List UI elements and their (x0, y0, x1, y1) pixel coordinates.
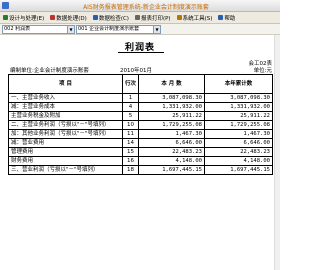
table-header-row: 项 目 行次 本 月 数 本年累计数 (8, 74, 273, 94)
row-month-value[interactable]: 25,911.22 (138, 111, 205, 121)
row-month-value[interactable]: 1,467.30 (138, 129, 205, 139)
row-ytd-value[interactable]: 4,148.00 (204, 156, 273, 166)
row-item-name[interactable]: 管理费用 (8, 147, 123, 157)
menu-help-label: 帮助 (224, 15, 236, 22)
row-month-value[interactable]: 6,646.00 (138, 138, 205, 148)
table-row[interactable]: 减：营业费用 14 6,646.00 6,646.00 (8, 138, 273, 148)
check-icon (92, 15, 98, 20)
row-item-name[interactable]: 主营业务税金及附加 (8, 111, 123, 121)
menu-print-label: 报表打印(P) (140, 15, 171, 22)
header-line: 行次 (122, 74, 139, 94)
chevron-down-icon[interactable]: ▼ (153, 26, 160, 33)
row-item-name[interactable]: 三、营业利润（亏损以"－"号填列） (8, 165, 123, 175)
row-item-name[interactable]: 一、主营业务收入 (8, 93, 123, 103)
row-item-name[interactable]: 加：其他业务利润（亏损以"－"号填列） (8, 129, 123, 139)
window-title-bar: AIS财务报表管理系统-新企业会计制度演示账套 (0, 0, 280, 12)
company-select-value: 001 企业会计制度演示账套 (78, 26, 140, 32)
menu-design[interactable]: 设计与处理(E) (0, 14, 47, 22)
tools-icon (176, 15, 182, 20)
header-ytd: 本年累计数 (204, 74, 273, 94)
row-ytd-value[interactable]: 1,729,255.08 (204, 120, 273, 130)
menu-tools-label: 系统工具(S) (182, 15, 213, 22)
menu-print[interactable]: 报表打印(P) (132, 14, 174, 22)
menu-bar: 设计与处理(E) 数据处理(D) 数据检查(C) 报表打印(P) 系统工具(S)… (0, 12, 280, 24)
row-line-number[interactable]: 16 (122, 156, 139, 166)
unit-label: 单位:元 (253, 68, 272, 74)
row-month-value[interactable]: 1,331,932.00 (138, 102, 205, 112)
print-icon (134, 15, 140, 20)
row-month-value[interactable]: 1,697,445.15 (138, 165, 205, 175)
help-icon (218, 15, 224, 20)
header-item: 项 目 (8, 74, 123, 94)
window-title: AIS财务报表管理系统-新企业会计制度演示账套 (83, 4, 209, 11)
row-month-value[interactable]: 1,729,255.08 (138, 120, 205, 130)
data-icon (50, 15, 56, 20)
row-line-number[interactable]: 10 (122, 120, 139, 130)
menu-design-label: 设计与处理(E) (9, 15, 45, 22)
table-row[interactable]: 财务费用 16 4,148.00 4,148.00 (8, 156, 273, 166)
report-select-value: 002 利润表 (4, 26, 31, 32)
row-month-value[interactable]: 22,483.23 (138, 147, 205, 157)
row-line-number[interactable]: 4 (122, 102, 139, 112)
row-ytd-value[interactable]: 22,483.23 (204, 147, 273, 157)
income-statement-table: 项 目 行次 本 月 数 本年累计数 一、主营业务收入 1 3,087,098.30… (8, 74, 273, 175)
row-ytd-value[interactable]: 25,911.22 (204, 111, 273, 121)
row-line-number[interactable]: 15 (122, 147, 139, 157)
menu-tools[interactable]: 系统工具(S) (174, 14, 216, 22)
table-row[interactable]: 管理费用 15 22,483.23 22,483.23 (8, 147, 273, 157)
row-ytd-value[interactable]: 1,331,932.00 (204, 102, 273, 112)
row-month-value[interactable]: 4,148.00 (138, 156, 205, 166)
chevron-down-icon[interactable]: ▼ (67, 26, 74, 33)
title-underline (118, 52, 164, 53)
row-ytd-value[interactable]: 1,467.30 (204, 129, 273, 139)
menu-check-label: 数据检查(C) (98, 15, 129, 22)
header-month: 本 月 数 (138, 74, 205, 94)
period-label: 2010年01月 (120, 68, 152, 74)
menu-data-label: 数据处理(D) (56, 15, 87, 22)
report-select[interactable]: 002 利润表 ▼ (2, 25, 75, 34)
vertical-scrollbar[interactable] (274, 35, 280, 270)
row-month-value[interactable]: 3,087,098.30 (138, 93, 205, 103)
company-select[interactable]: 001 企业会计制度演示账套 ▼ (76, 25, 161, 34)
row-ytd-value[interactable]: 3,087,098.30 (204, 93, 273, 103)
row-item-name[interactable]: 二、主营业务利润（亏损以"－"号填列） (8, 120, 123, 130)
table-row[interactable]: 加：其他业务利润（亏损以"－"号填列） 11 1,467.30 1,467.30 (8, 129, 273, 139)
table-row[interactable]: 一、主营业务收入 1 3,087,098.30 3,087,098.30 (8, 93, 273, 103)
menu-help[interactable]: 帮助 (215, 14, 238, 22)
row-line-number[interactable]: 1 (122, 93, 139, 103)
table-row[interactable]: 主营业务税金及附加 5 25,911.22 25,911.22 (8, 111, 273, 121)
menu-data[interactable]: 数据处理(D) (47, 14, 90, 22)
row-line-number[interactable]: 14 (122, 138, 139, 148)
company-label: 编制单位:企业会计制度演示账套 (10, 68, 89, 74)
row-ytd-value[interactable]: 1,697,445.15 (204, 165, 273, 175)
design-icon (3, 15, 8, 20)
table-row[interactable]: 三、营业利润（亏损以"－"号填列） 18 1,697,445.15 1,697,445… (8, 165, 273, 175)
row-item-name[interactable]: 财务费用 (8, 156, 123, 166)
row-line-number[interactable]: 18 (122, 165, 139, 175)
selector-toolbar: 002 利润表 ▼ 001 企业会计制度演示账套 ▼ (0, 24, 280, 35)
row-line-number[interactable]: 11 (122, 129, 139, 139)
menu-check[interactable]: 数据检查(C) (90, 14, 132, 22)
row-item-name[interactable]: 减：主营业务成本 (8, 102, 123, 112)
row-ytd-value[interactable]: 6,646.00 (204, 138, 273, 148)
row-item-name[interactable]: 减：营业费用 (8, 138, 123, 148)
table-row[interactable]: 减：主营业务成本 4 1,331,932.00 1,331,932.00 (8, 102, 273, 112)
app-icon (2, 2, 9, 9)
row-line-number[interactable]: 5 (122, 111, 139, 121)
table-row[interactable]: 二、主营业务利润（亏损以"－"号填列） 10 1,729,255.08 1,729,2… (8, 120, 273, 130)
